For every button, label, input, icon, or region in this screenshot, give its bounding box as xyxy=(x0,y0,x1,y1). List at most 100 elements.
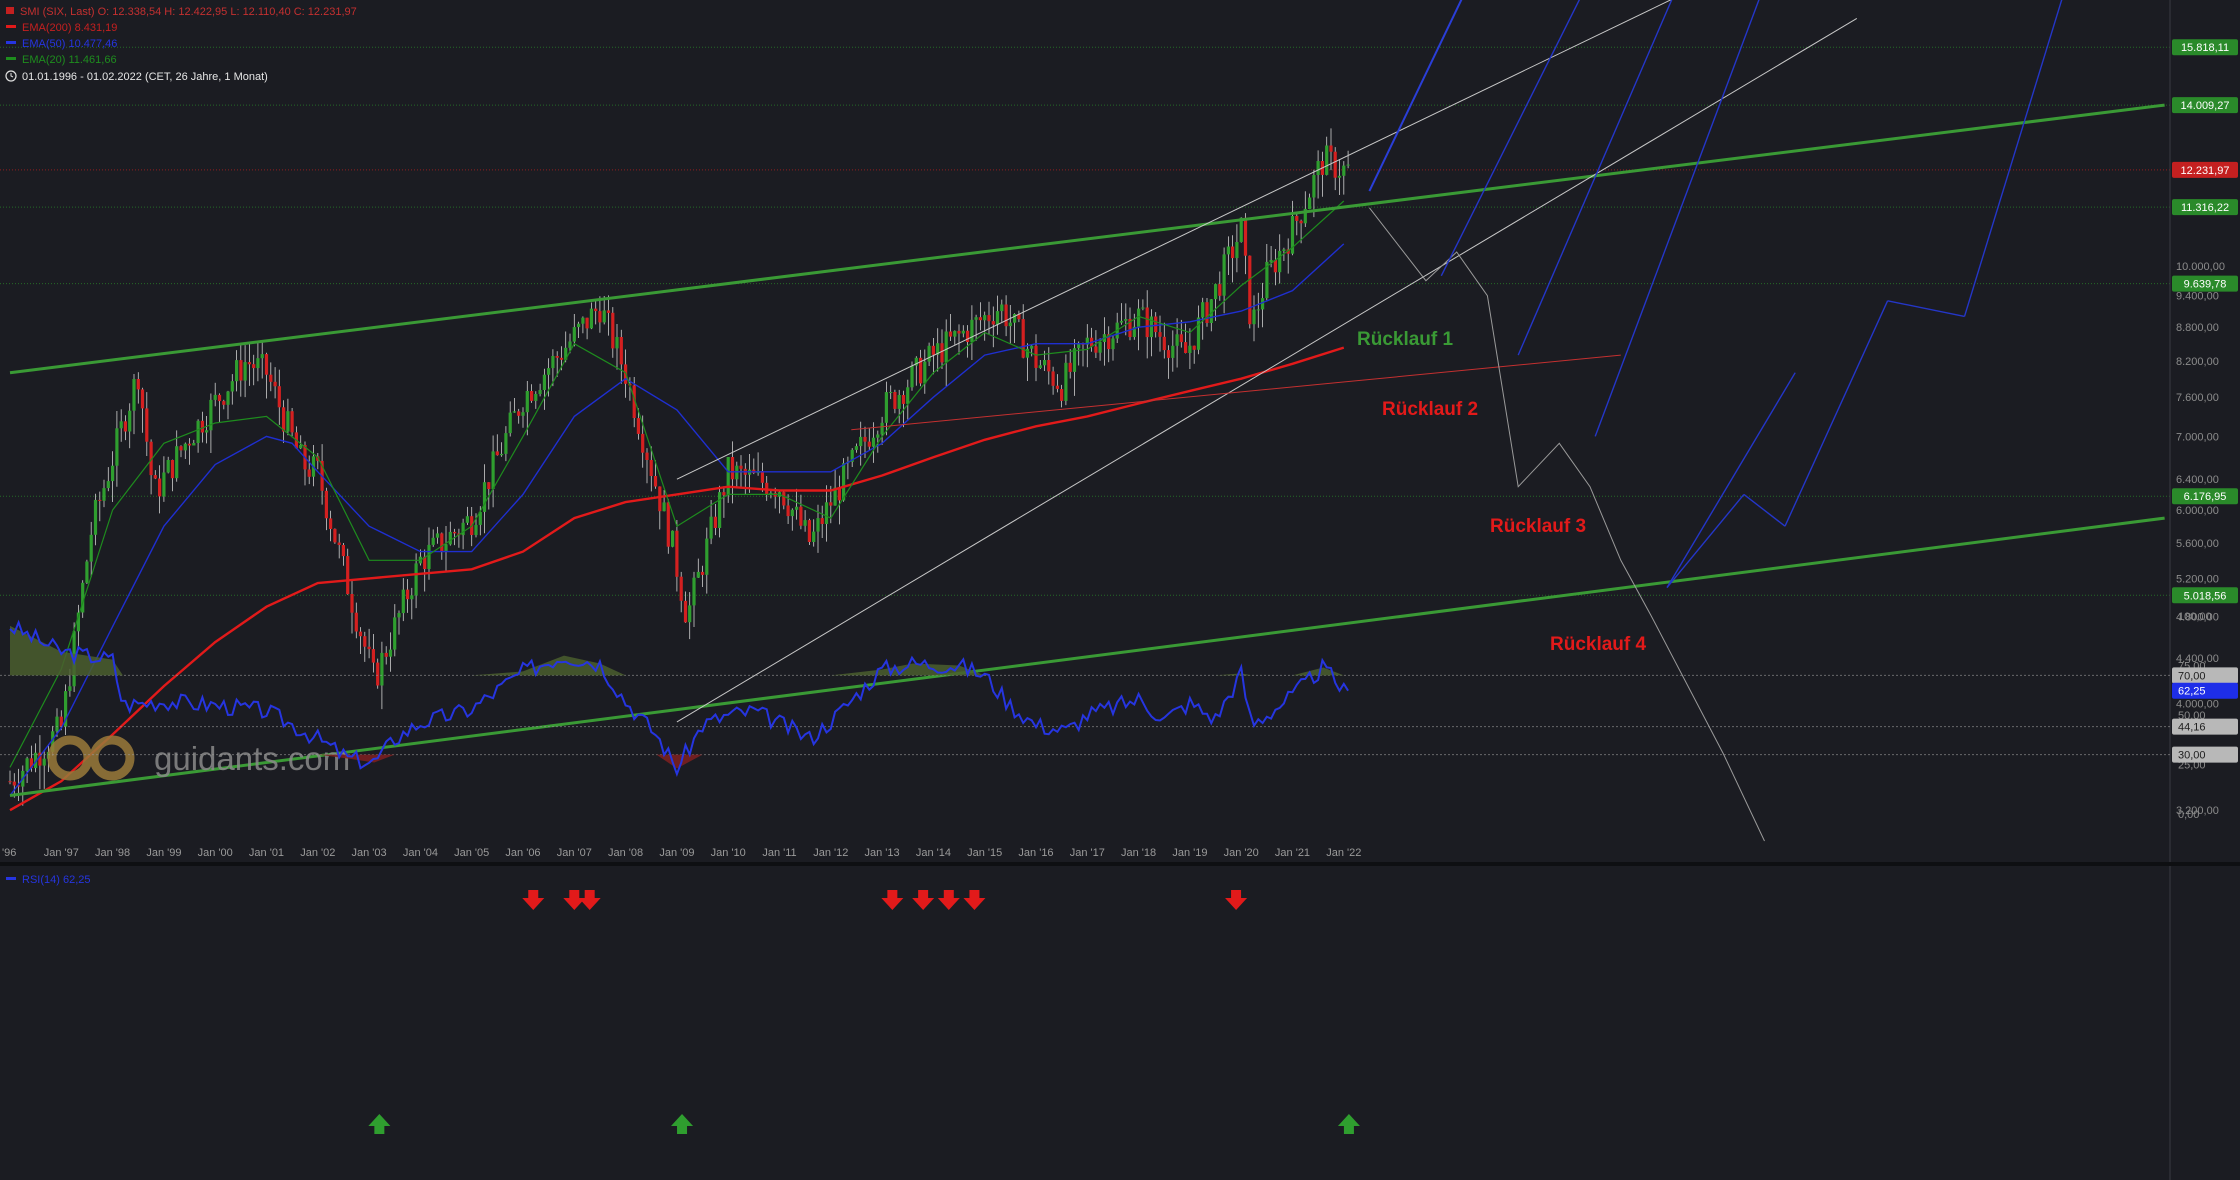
time-tick-label: Jan '03 xyxy=(352,847,387,859)
candle-body xyxy=(286,411,290,432)
candle-body xyxy=(1166,350,1171,358)
candle-body xyxy=(25,758,29,771)
candle-body xyxy=(585,317,589,329)
time-tick-label: Jan '07 xyxy=(557,847,592,859)
price-tick-label: 7.000,00 xyxy=(2176,431,2219,443)
candle-body xyxy=(820,518,824,524)
candle-body xyxy=(594,308,598,312)
candle-body xyxy=(1325,145,1329,175)
time-tick-label: Jan '19 xyxy=(1172,847,1207,859)
ema200-legend: EMA(200) 8.431,19 xyxy=(22,22,117,34)
candle-body xyxy=(816,518,820,532)
guidants-logo: guidants.com xyxy=(47,735,350,781)
candle-body xyxy=(1196,317,1201,350)
candle-body xyxy=(1008,322,1012,327)
chart-canvas[interactable]: guidants.com Rücklauf 1 Rücklauf 2 Rückl… xyxy=(0,0,2240,1180)
candle-body xyxy=(1308,197,1312,209)
candle-body xyxy=(350,594,354,613)
candle-body xyxy=(790,509,794,517)
candle-body xyxy=(482,482,487,512)
candle-body xyxy=(859,436,863,447)
candle-body xyxy=(290,411,294,433)
candle-body xyxy=(1235,242,1239,259)
candle-body xyxy=(1231,246,1235,259)
candle-body xyxy=(683,600,688,623)
candle-body xyxy=(871,437,876,447)
time-tick-label: Jan '14 xyxy=(916,847,951,859)
candle-body xyxy=(739,465,743,469)
price-level-tag-label: 5.018,56 xyxy=(2184,590,2227,602)
candle-body xyxy=(713,516,717,528)
candle-body xyxy=(1337,175,1342,178)
time-tick-label: Jan '06 xyxy=(505,847,540,859)
candle-body xyxy=(376,662,380,686)
candle-body xyxy=(384,652,388,657)
candle-body xyxy=(192,443,196,446)
candle-body xyxy=(393,617,397,650)
candle-body xyxy=(1038,365,1042,368)
candle-body xyxy=(93,499,98,535)
candle-body xyxy=(512,411,516,413)
candle-body xyxy=(474,524,478,536)
candle-body xyxy=(966,330,970,342)
instrument-ohlc: SMI (SIX, Last) O: 12.338,54 H: 12.422,9… xyxy=(20,6,357,18)
time-tick-label: Jan '97 xyxy=(44,847,79,859)
candle-body xyxy=(953,330,957,337)
price-tick-label: 7.600,00 xyxy=(2176,392,2219,404)
candle-body xyxy=(187,443,192,446)
ema50-swatch xyxy=(6,41,16,44)
price-tick-label: 6.400,00 xyxy=(2176,474,2219,486)
time-tick-label: Jan '10 xyxy=(711,847,746,859)
candle-body xyxy=(897,395,901,409)
candle-body xyxy=(235,360,239,382)
candle-body xyxy=(944,331,948,363)
candle-body xyxy=(927,345,931,362)
candle-body xyxy=(324,490,328,519)
candle-body xyxy=(803,520,807,526)
candle-body xyxy=(1201,302,1205,318)
candle-body xyxy=(487,482,491,489)
candle-body xyxy=(337,542,341,545)
candle-body xyxy=(1214,284,1218,300)
candle-body xyxy=(179,446,183,451)
candle-body xyxy=(358,631,363,637)
candle-body xyxy=(158,478,162,497)
time-tick-label: Jan '12 xyxy=(813,847,848,859)
time-tick-label: Jan '09 xyxy=(659,847,694,859)
candle-body xyxy=(854,446,858,450)
candle-body xyxy=(98,499,102,501)
candle-body xyxy=(277,386,281,408)
candle-body xyxy=(329,518,333,529)
candle-body xyxy=(1025,348,1029,358)
panel-separator[interactable] xyxy=(0,862,2240,866)
time-tick-label: Jan '04 xyxy=(403,847,438,859)
candle-body xyxy=(700,571,705,575)
candle-body xyxy=(115,428,119,466)
candle-body xyxy=(1329,145,1333,152)
candle-body xyxy=(696,571,700,578)
candle-body xyxy=(1064,362,1068,401)
candle-body xyxy=(162,472,166,497)
candle-body xyxy=(205,430,209,433)
time-tick-label: Jan '16 xyxy=(1018,847,1053,859)
candle-body xyxy=(1098,341,1102,353)
candle-body xyxy=(111,465,115,482)
candle-body xyxy=(559,357,564,360)
candle-body xyxy=(641,433,645,453)
candle-body xyxy=(427,544,431,569)
candle-body xyxy=(85,561,89,583)
candle-body xyxy=(1171,345,1175,358)
candle-body xyxy=(431,537,435,545)
candle-body xyxy=(521,412,525,416)
candle-body xyxy=(653,476,658,487)
price-level-tag-label: 6.176,95 xyxy=(2184,491,2227,503)
candle-body xyxy=(1055,385,1059,389)
candle-body xyxy=(987,315,991,322)
candle-body xyxy=(440,533,444,552)
candle-body xyxy=(1346,164,1350,166)
price-tick-label: 8.200,00 xyxy=(2176,356,2219,368)
candle-body xyxy=(153,475,157,479)
rsi-swatch xyxy=(6,877,16,880)
candle-body xyxy=(551,356,555,369)
candle-body xyxy=(1248,255,1252,325)
